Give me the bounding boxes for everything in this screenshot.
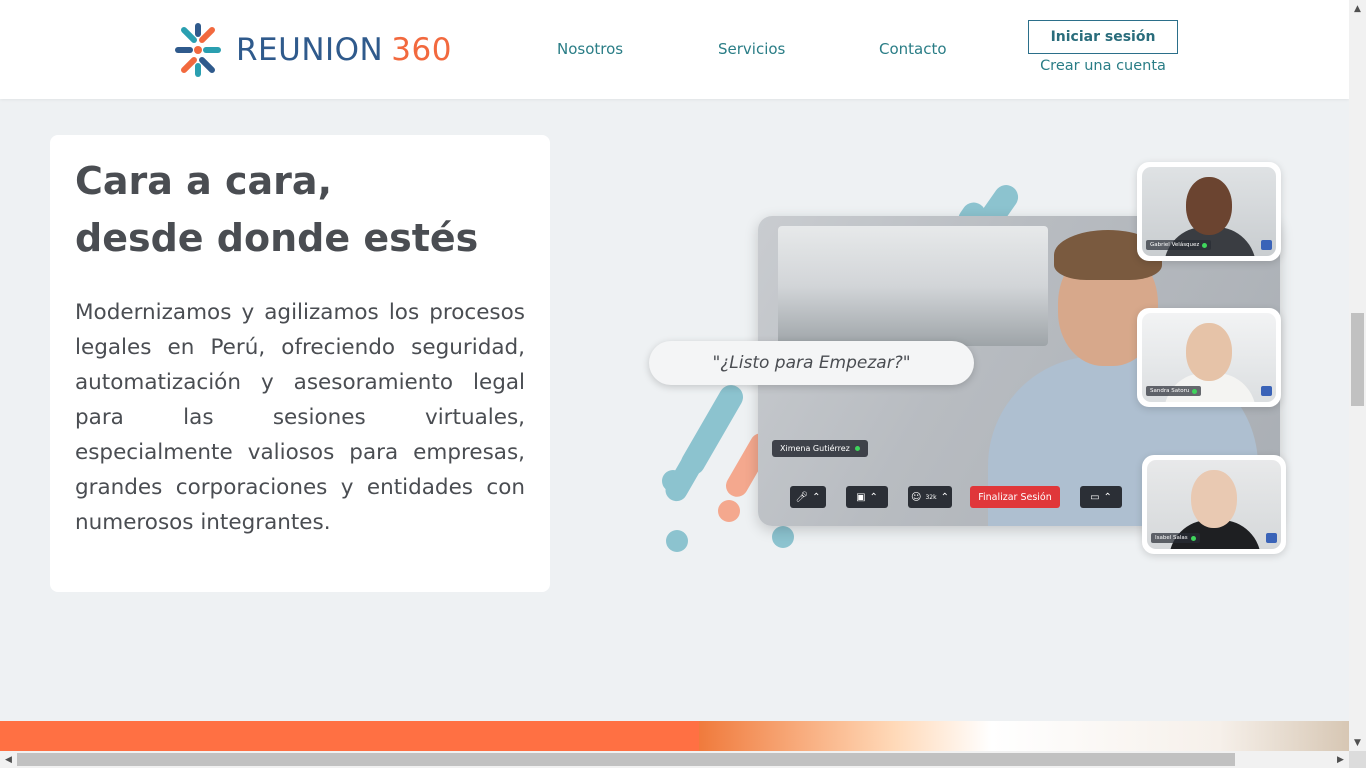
chevron-up-icon: ⌃ — [1103, 491, 1112, 503]
decor-dot — [666, 530, 688, 552]
site-header: REUNION 360 Nosotros Servicios Contacto I… — [0, 0, 1349, 99]
signup-link[interactable]: Crear una cuenta — [1028, 58, 1178, 74]
nav-link-nosotros[interactable]: Nosotros — [557, 40, 623, 58]
hero-title: Cara a cara, desde donde estés — [75, 153, 535, 267]
scroll-right-arrow-icon[interactable]: ▶ — [1332, 751, 1349, 768]
participant-name: Isabel Salas — [1155, 535, 1188, 541]
logo-mark-icon — [175, 23, 221, 77]
participant-name: Sandra Satoru — [1150, 388, 1190, 394]
participants-icon: ☺ — [911, 491, 922, 503]
participant-thumbnail: Sandra Satoru — [1137, 308, 1281, 407]
hero-card: Cara a cara, desde donde estés Moderniza… — [50, 135, 550, 592]
mic-off-icon — [1261, 386, 1272, 396]
share-screen-control[interactable]: ▭ ⌃ — [1080, 486, 1122, 508]
participant-face — [1186, 177, 1232, 235]
logo[interactable]: REUNION 360 — [170, 22, 452, 78]
camera-control[interactable]: ▣ ⌃ — [846, 486, 888, 508]
participants-count: 32k — [925, 493, 937, 501]
chevron-up-icon: ⌃ — [940, 491, 949, 503]
microphone-icon: 🎤︎ — [795, 491, 809, 503]
horizontal-scrollbar[interactable]: ◀ ▶ — [0, 751, 1349, 768]
speaker-name: Ximena Gutiérrez — [780, 444, 850, 453]
participant-name-tag: Isabel Salas — [1151, 533, 1200, 543]
online-dot-icon — [1192, 388, 1198, 394]
chevron-up-icon: ⌃ — [812, 491, 821, 503]
hero-title-line-1: Cara a cara, — [75, 159, 333, 203]
hero-description: Modernizamos y agilizamos los procesos l… — [75, 300, 525, 535]
logo-number: 360 — [391, 31, 452, 68]
participant-thumbnail: Isabel Salas — [1142, 455, 1286, 554]
participant-name-tag: Sandra Satoru — [1146, 386, 1202, 396]
microphone-control[interactable]: 🎤︎ ⌃ — [790, 486, 826, 508]
decor-dot — [772, 526, 794, 548]
scrollbar-corner — [1349, 751, 1366, 768]
participant-thumbnail: Gabriel Velásquez — [1137, 162, 1281, 261]
nav-link-contacto[interactable]: Contacto — [879, 40, 947, 58]
mic-off-icon — [1261, 240, 1272, 250]
horizontal-scroll-thumb[interactable] — [17, 753, 1235, 766]
decor-stroke — [661, 424, 721, 506]
background-window — [778, 226, 1048, 346]
vertical-scrollbar[interactable]: ▲ ▼ — [1349, 0, 1366, 751]
hero-title-line-2: desde donde estés — [75, 216, 479, 260]
mic-off-icon — [1266, 533, 1277, 543]
chevron-up-icon: ⌃ — [869, 491, 878, 503]
login-button[interactable]: Iniciar sesión — [1028, 20, 1178, 54]
participant-face — [1191, 470, 1237, 528]
logo-text: REUNION 360 — [236, 31, 452, 68]
decor-dot — [662, 470, 684, 492]
online-dot-icon — [1190, 535, 1196, 541]
screen-share-icon: ▭ — [1090, 491, 1100, 503]
speech-bubble: "¿Listo para Empezar?" — [649, 341, 974, 385]
scroll-up-arrow-icon[interactable]: ▲ — [1349, 0, 1366, 17]
scroll-left-arrow-icon[interactable]: ◀ — [0, 751, 17, 768]
participant-name-tag: Gabriel Velásquez — [1146, 240, 1212, 250]
participant-name: Gabriel Velásquez — [1150, 242, 1200, 248]
scroll-down-arrow-icon[interactable]: ▼ — [1349, 734, 1366, 751]
video-call-illustration: Ximena Gutiérrez 🎤︎ ⌃ ▣ ⌃ ☺ 32k ⌃ Finalizar … — [640, 160, 1300, 570]
next-section-band — [0, 721, 699, 751]
logo-word: REUNION — [236, 31, 384, 68]
nav-link-servicios[interactable]: Servicios — [718, 40, 785, 58]
participants-control[interactable]: ☺ 32k ⌃ — [908, 486, 952, 508]
online-dot-icon — [854, 446, 860, 451]
participant-face — [1186, 323, 1232, 381]
camera-icon: ▣ — [856, 491, 866, 503]
end-session-button[interactable]: Finalizar Sesión — [970, 486, 1060, 508]
next-section-image — [699, 721, 1349, 751]
decor-dot — [718, 500, 740, 522]
vertical-scroll-thumb[interactable] — [1351, 313, 1364, 406]
speaker-name-tag: Ximena Gutiérrez — [772, 440, 868, 457]
online-dot-icon — [1202, 242, 1208, 248]
